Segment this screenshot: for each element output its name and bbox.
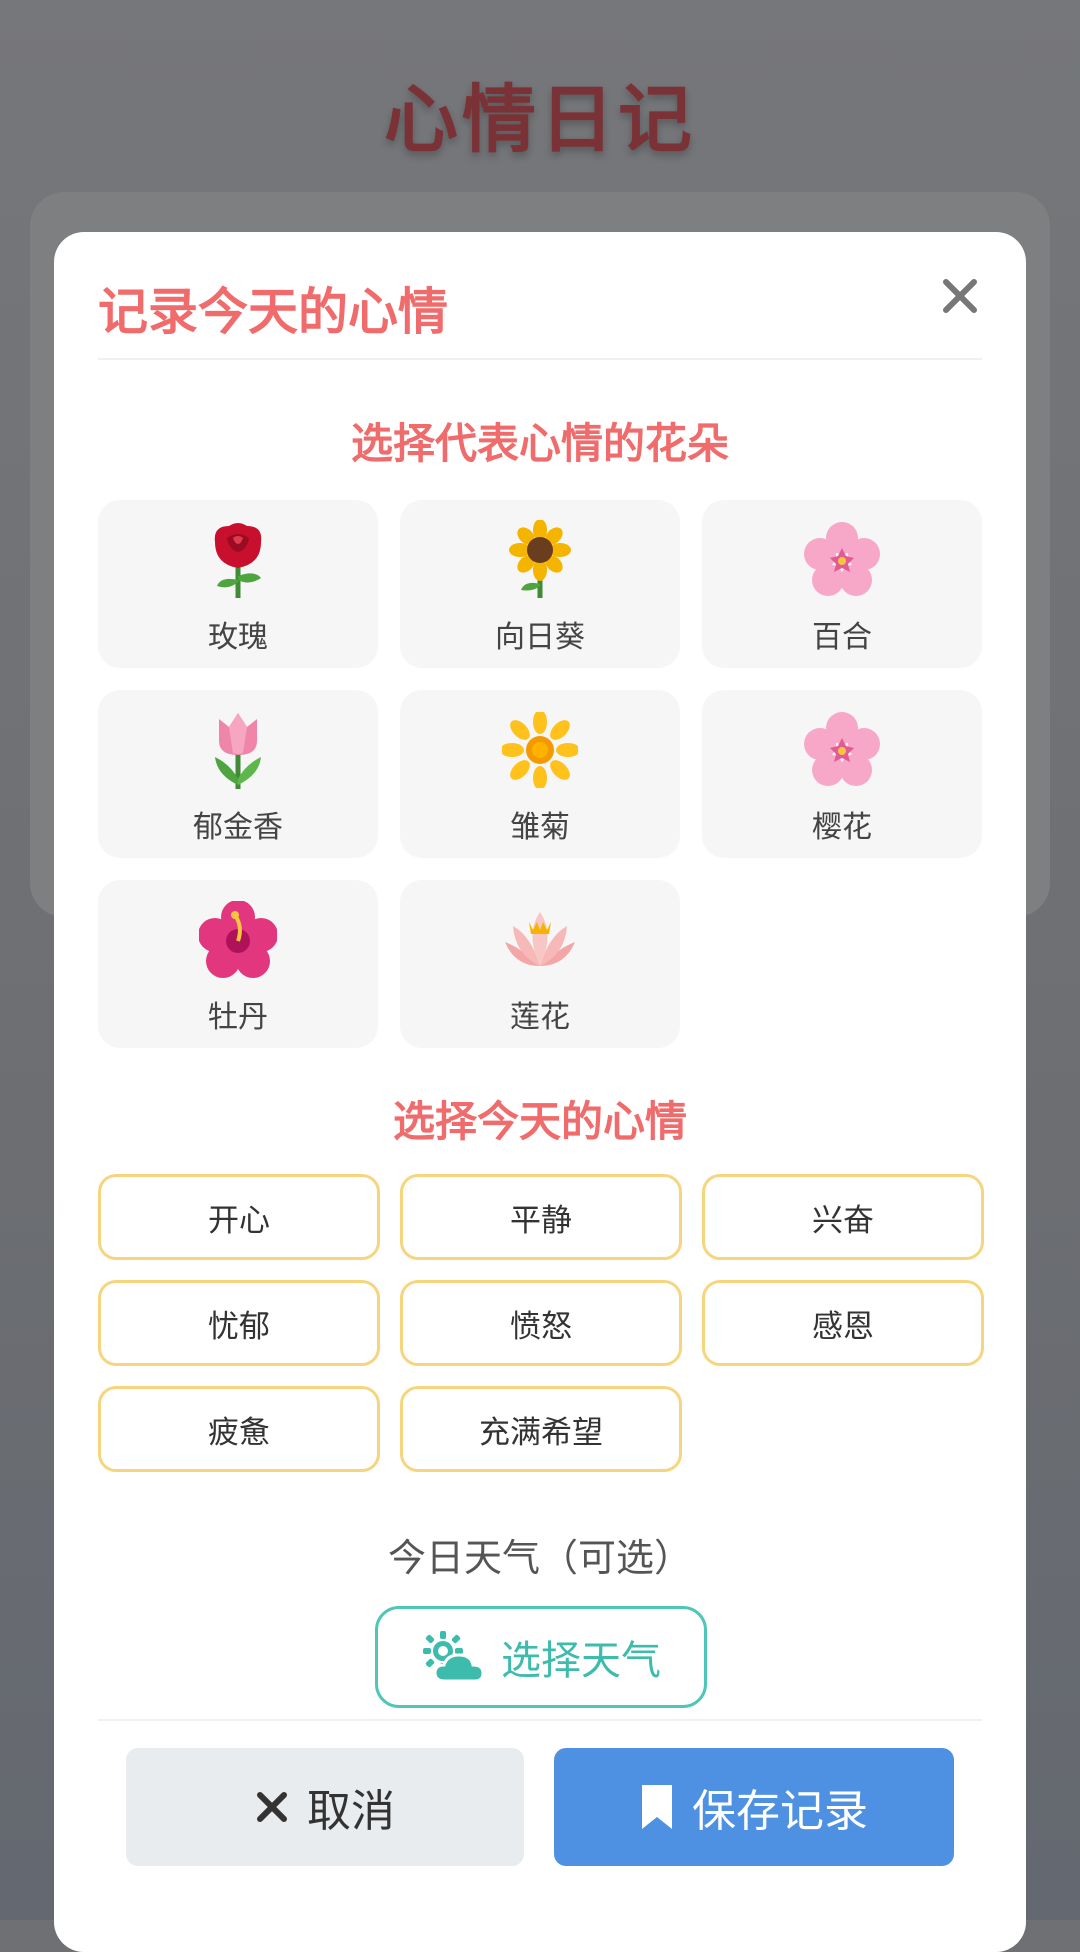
mood-option-calm[interactable]: 平静: [400, 1174, 682, 1260]
flower-label: 莲花: [510, 1000, 570, 1035]
mood-option-angry[interactable]: 愤怒: [400, 1280, 682, 1366]
flower-label: 樱花: [812, 810, 872, 845]
rose-icon: [214, 523, 262, 598]
sun-cloud-icon: [423, 1631, 485, 1683]
flower-label: 玫瑰: [208, 620, 268, 655]
mood-option-grateful[interactable]: 感恩: [702, 1280, 984, 1366]
flower-option-lotus[interactable]: 莲花: [400, 880, 680, 1048]
close-button[interactable]: [938, 274, 982, 318]
flower-label: 牡丹: [208, 1000, 268, 1035]
footer-divider: [98, 1719, 982, 1721]
cherry-blossom-icon: [804, 712, 880, 786]
weather-label: 今日天气（可选）: [387, 1536, 692, 1580]
flower-option-lily[interactable]: 百合: [702, 500, 982, 668]
mood-section-title: 选择今天的心情: [392, 1097, 687, 1146]
mood-option-tired[interactable]: 疲惫: [98, 1386, 380, 1472]
flower-option-tulip[interactable]: 郁金香: [98, 690, 378, 858]
modal-title: 记录今天的心情: [98, 283, 448, 341]
flower-label: 百合: [812, 620, 872, 655]
save-label: 保存记录: [692, 1786, 868, 1837]
flower-option-daisy[interactable]: 雏菊: [400, 690, 680, 858]
flower-section-title: 选择代表心情的花朵: [350, 419, 729, 468]
select-weather-button[interactable]: 选择天气: [375, 1606, 707, 1708]
lotus-icon: [505, 912, 575, 966]
flower-option-cherry-blossom[interactable]: 樱花: [702, 690, 982, 858]
flower-label: 雏菊: [510, 810, 570, 845]
close-icon: [943, 279, 977, 313]
mood-entry-modal: 记录今天的心情 选择代表心情的花朵 玫瑰 向日葵 百合 郁金香 雏菊 樱花 牡丹…: [54, 232, 1026, 1952]
lily-icon: [804, 522, 880, 596]
cancel-label: 取消: [307, 1786, 395, 1837]
select-weather-label: 选择天气: [501, 1638, 661, 1684]
daisy-icon: [502, 712, 578, 788]
sunflower-icon: [509, 520, 571, 598]
mood-option-melancholy[interactable]: 忧郁: [98, 1280, 380, 1366]
flower-label: 向日葵: [495, 620, 585, 655]
mood-option-excited[interactable]: 兴奋: [702, 1174, 984, 1260]
app-title: 心情日记: [384, 77, 696, 163]
mood-option-hopeful[interactable]: 充满希望: [400, 1386, 682, 1472]
flower-option-sunflower[interactable]: 向日葵: [400, 500, 680, 668]
save-record-button[interactable]: 保存记录: [554, 1748, 954, 1866]
flower-option-peony[interactable]: 牡丹: [98, 880, 378, 1048]
mood-option-happy[interactable]: 开心: [98, 1174, 380, 1260]
modal-header: 记录今天的心情: [98, 272, 982, 360]
flower-option-rose[interactable]: 玫瑰: [98, 500, 378, 668]
bookmark-icon: [642, 1785, 672, 1829]
peony-icon: [199, 901, 277, 978]
flower-label: 郁金香: [193, 810, 283, 845]
close-icon: [257, 1792, 287, 1822]
cancel-button[interactable]: 取消: [126, 1748, 524, 1866]
tulip-icon: [215, 713, 261, 789]
